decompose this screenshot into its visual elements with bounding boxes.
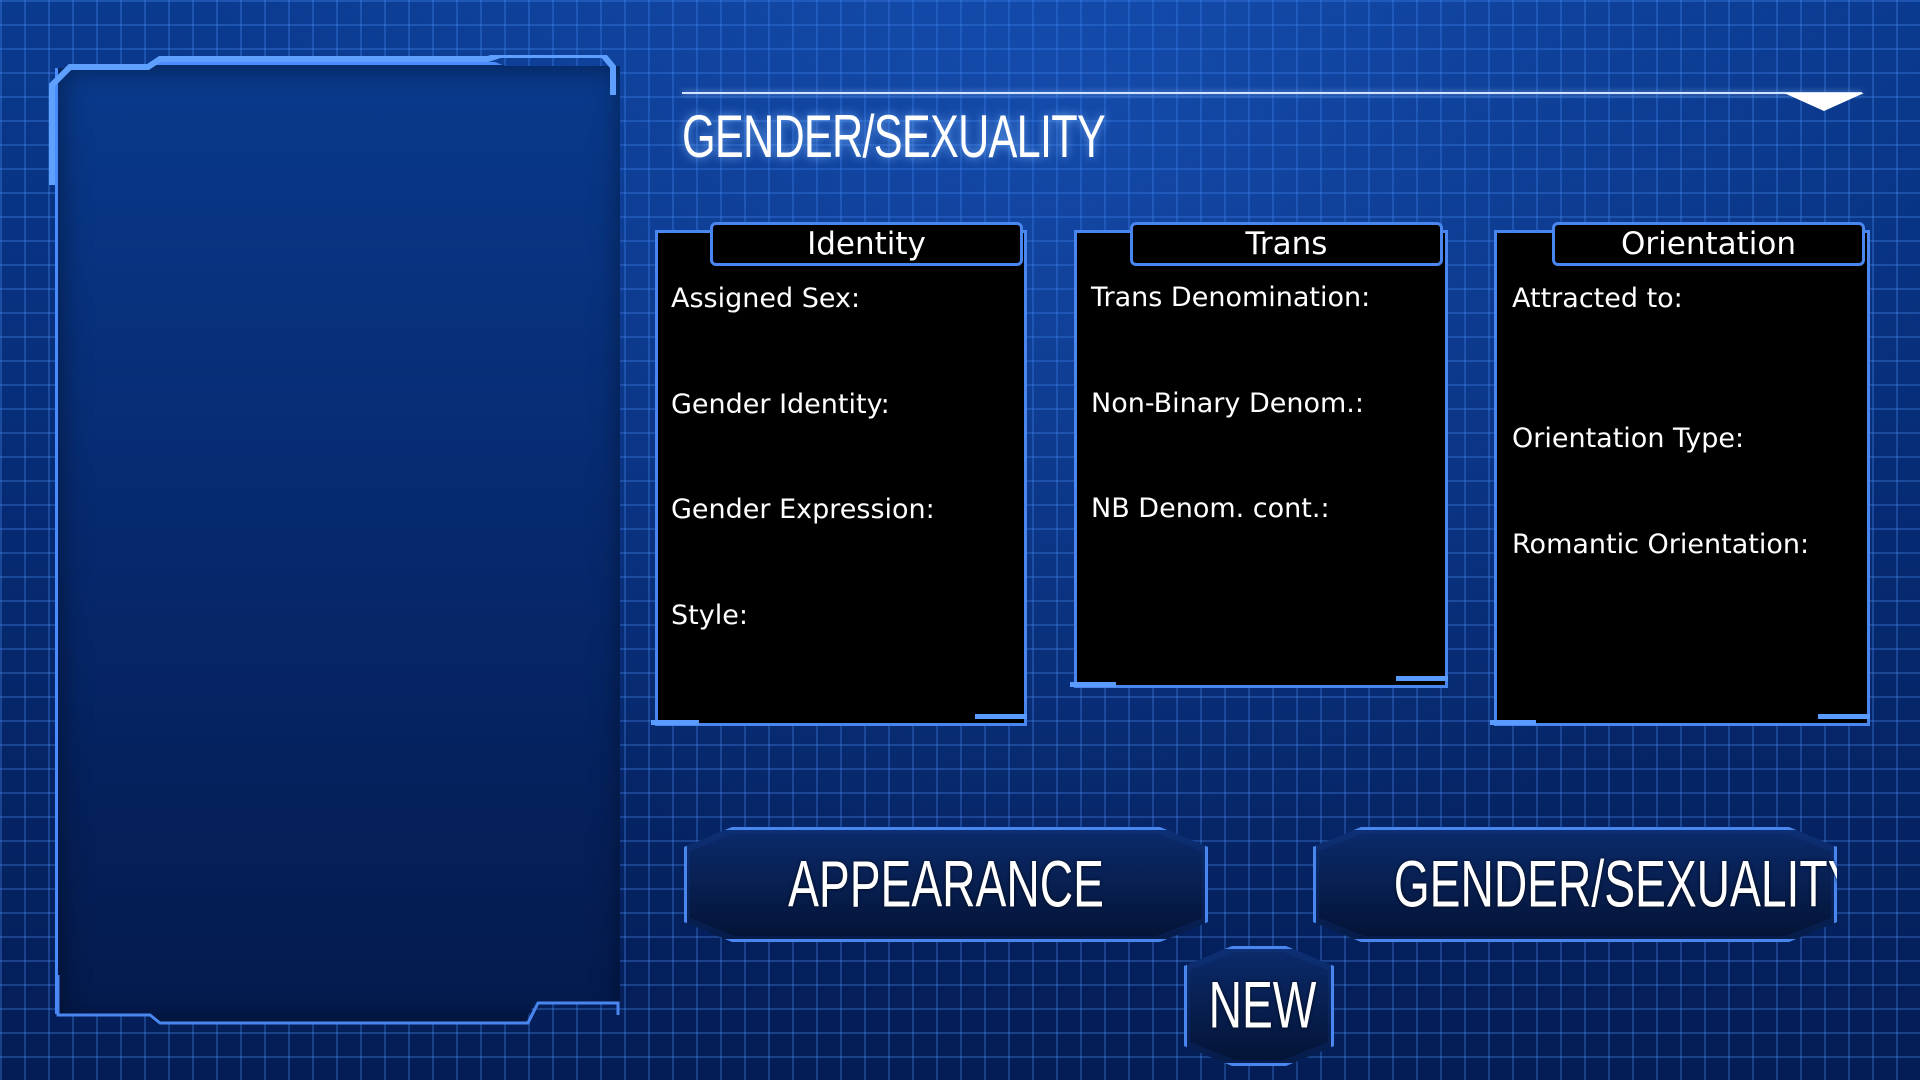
panel-corner-accent bbox=[1396, 676, 1448, 681]
panel-corner-accent bbox=[1070, 682, 1116, 687]
panel-corner-accent bbox=[651, 720, 699, 725]
character-portrait-frame bbox=[55, 62, 620, 1022]
attracted-to-label: Attracted to: bbox=[1512, 283, 1683, 314]
assigned-sex-label: Assigned Sex: bbox=[671, 283, 861, 314]
romantic-orientation-label: Romantic Orientation: bbox=[1512, 529, 1810, 560]
appearance-button-label: APPEARANCE bbox=[788, 845, 1104, 920]
style-label: Style: bbox=[671, 600, 748, 631]
panel-corner-accent bbox=[1490, 720, 1536, 725]
panel-corner-accent bbox=[975, 714, 1027, 719]
panel-corner-accent bbox=[1818, 714, 1870, 719]
section-title: GENDER/SEXUALITY bbox=[682, 103, 1106, 170]
trans-panel-title: Trans bbox=[1130, 222, 1443, 266]
gender-sexuality-button-label: GENDER/SEXUALITY bbox=[1393, 845, 1859, 920]
new-button-label: NEW bbox=[1208, 967, 1317, 1042]
nb-denom-cont-label: NB Denom. cont.: bbox=[1091, 493, 1330, 524]
gender-expression-label: Gender Expression: bbox=[671, 494, 935, 525]
section-header-line bbox=[682, 92, 1862, 94]
trans-denomination-label: Trans Denomination: bbox=[1091, 282, 1371, 313]
gender-sexuality-button[interactable]: GENDER/SEXUALITY bbox=[1313, 827, 1837, 942]
gender-identity-label: Gender Identity: bbox=[671, 389, 890, 420]
identity-panel-title: Identity bbox=[710, 222, 1023, 266]
orientation-type-label: Orientation Type: bbox=[1512, 423, 1745, 454]
orientation-panel-title: Orientation bbox=[1552, 222, 1865, 266]
dropdown-triangle-icon[interactable] bbox=[1784, 93, 1864, 111]
new-button[interactable]: NEW bbox=[1184, 946, 1334, 1066]
non-binary-denom-label: Non-Binary Denom.: bbox=[1091, 388, 1364, 419]
appearance-button[interactable]: APPEARANCE bbox=[684, 827, 1208, 942]
